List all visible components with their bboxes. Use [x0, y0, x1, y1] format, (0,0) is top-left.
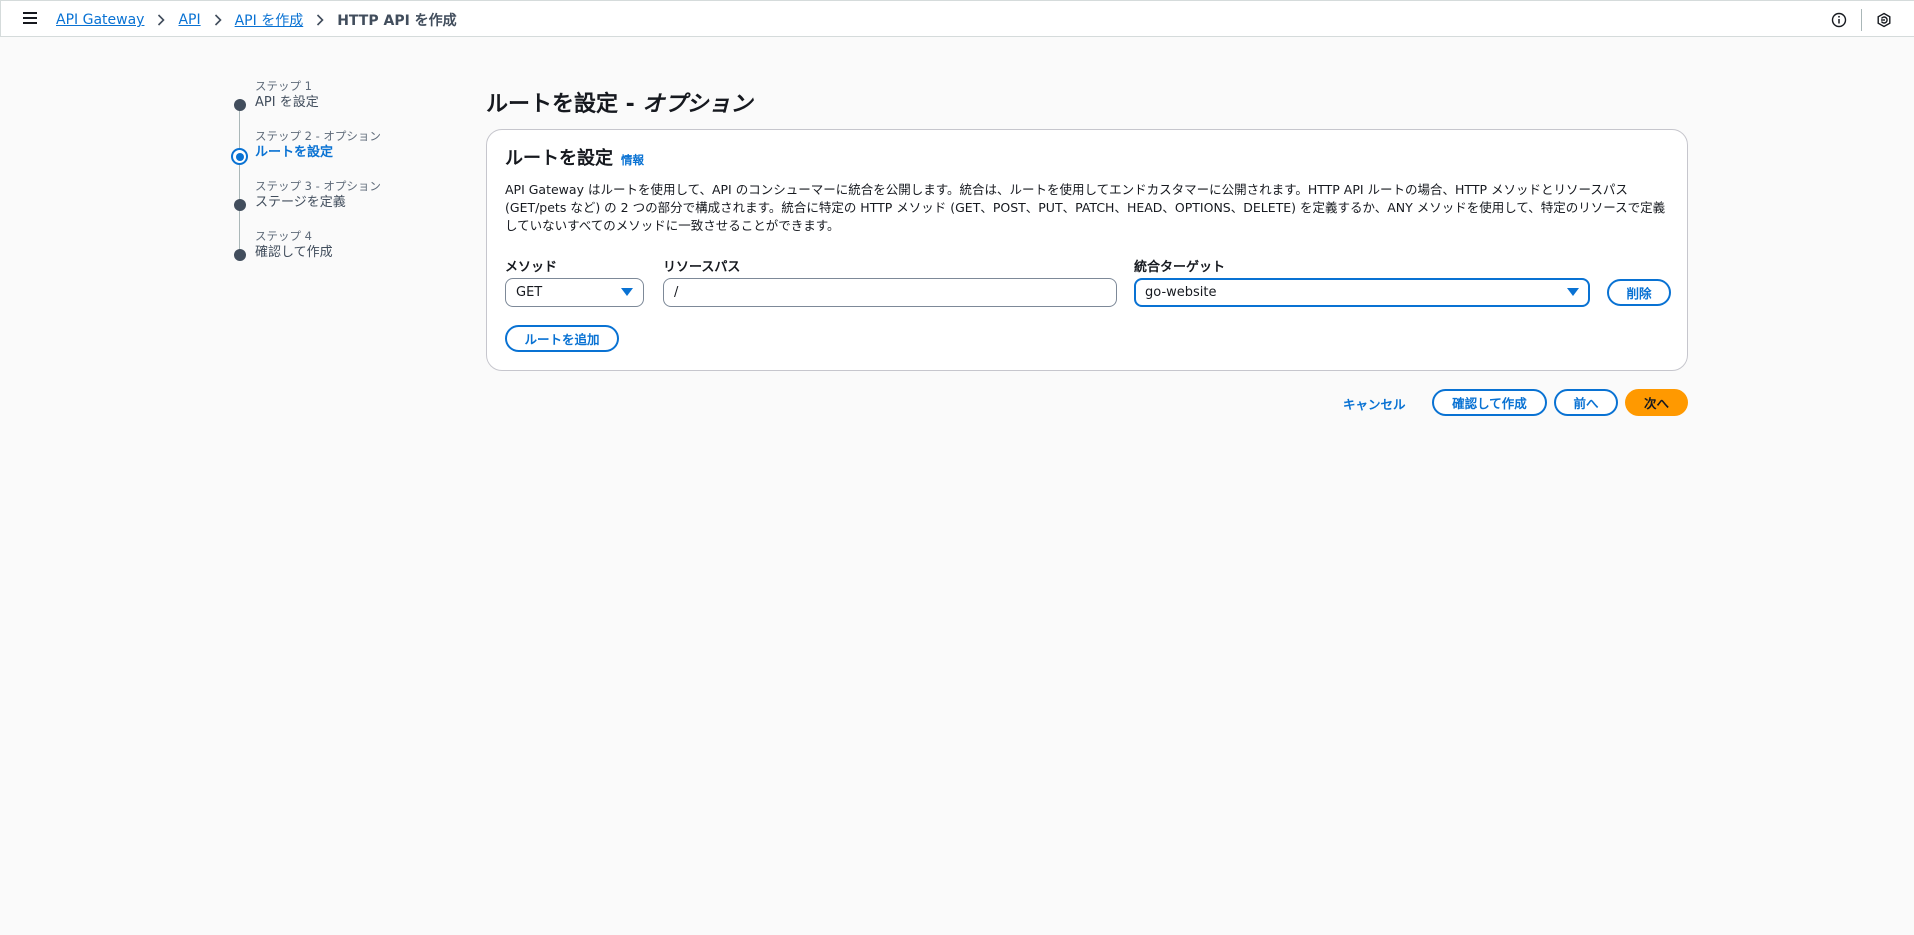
integration-target-label: 統合ターゲット [1134, 260, 1226, 275]
breadcrumb: API Gateway API API を作成 HTTP API を作成 [56, 10, 457, 30]
divider [1861, 9, 1862, 31]
step-2: ステップ 2 - オプション ルートを設定 [230, 128, 430, 178]
chevron-right-icon [157, 14, 166, 26]
step-link-configure-api[interactable]: API を設定 [255, 93, 430, 113]
step-link-define-stages[interactable]: ステージを定義 [255, 193, 430, 213]
step-number: ステップ 1 [255, 79, 312, 93]
panel-description: API Gateway はルートを使用して、API のコンシューマーに統合を公開… [505, 182, 1666, 233]
panel-title: ルートを設定 [505, 148, 613, 169]
chevron-right-icon [316, 14, 324, 26]
cancel-button[interactable]: キャンセル [1343, 394, 1406, 413]
page-title: ルートを設定 - オプション [486, 86, 752, 118]
add-route-button[interactable]: ルートを追加 [505, 325, 619, 352]
resource-path-value: / [674, 285, 679, 300]
caret-down-icon [621, 288, 633, 296]
panel-header: ルートを設定 情報 [505, 144, 644, 170]
routes-panel: ルートを設定 情報 API Gateway はルートを使用して、API のコンシ… [486, 129, 1688, 371]
resource-path-label: リソースパス [663, 260, 741, 275]
settings-icon[interactable] [1874, 10, 1894, 30]
method-value: GET [516, 285, 543, 300]
review-create-button[interactable]: 確認して作成 [1432, 389, 1547, 416]
page-title-optional: オプション [642, 92, 753, 117]
integration-target-select[interactable]: go-website [1134, 278, 1590, 307]
page-title-main: ルートを設定 - [486, 92, 643, 117]
step-1: ステップ 1 API を設定 [230, 78, 430, 128]
step-dot-icon [234, 249, 246, 261]
step-3: ステップ 3 - オプション ステージを定義 [230, 178, 430, 228]
step-active-dot-icon [231, 148, 248, 165]
breadcrumb-current: HTTP API を作成 [337, 13, 457, 29]
menu-icon[interactable] [23, 9, 41, 27]
info-link[interactable]: 情報 [621, 152, 644, 168]
resource-path-input[interactable]: / [663, 278, 1117, 307]
integration-target-value: go-website [1145, 285, 1217, 300]
wizard-steps: ステップ 1 API を設定 ステップ 2 - オプション ルートを設定 ステッ… [230, 78, 430, 278]
breadcrumb-create-api[interactable]: API を作成 [235, 10, 304, 30]
breadcrumb-api-gateway[interactable]: API Gateway [56, 12, 144, 28]
top-navigation-bar: API Gateway API API を作成 HTTP API を作成 [0, 0, 1914, 37]
next-button[interactable]: 次へ [1625, 389, 1688, 416]
method-label: メソッド [505, 260, 558, 275]
step-link-review-create[interactable]: 確認して作成 [255, 243, 430, 263]
caret-down-icon [1567, 288, 1579, 296]
step-dot-icon [234, 199, 246, 211]
info-icon[interactable] [1829, 10, 1849, 30]
step-current-configure-routes: ルートを設定 [255, 145, 334, 160]
step-number: ステップ 3 - オプション [255, 179, 381, 193]
step-4: ステップ 4 確認して作成 [230, 228, 430, 278]
breadcrumb-api[interactable]: API [178, 12, 200, 28]
delete-route-button[interactable]: 削除 [1607, 279, 1671, 306]
chevron-right-icon [214, 14, 222, 26]
method-select[interactable]: GET [505, 278, 644, 307]
step-number: ステップ 2 - オプション [255, 129, 381, 143]
step-dot-icon [234, 99, 246, 111]
previous-button[interactable]: 前へ [1554, 389, 1618, 416]
step-number: ステップ 4 [255, 229, 312, 243]
top-icons [1829, 9, 1894, 31]
